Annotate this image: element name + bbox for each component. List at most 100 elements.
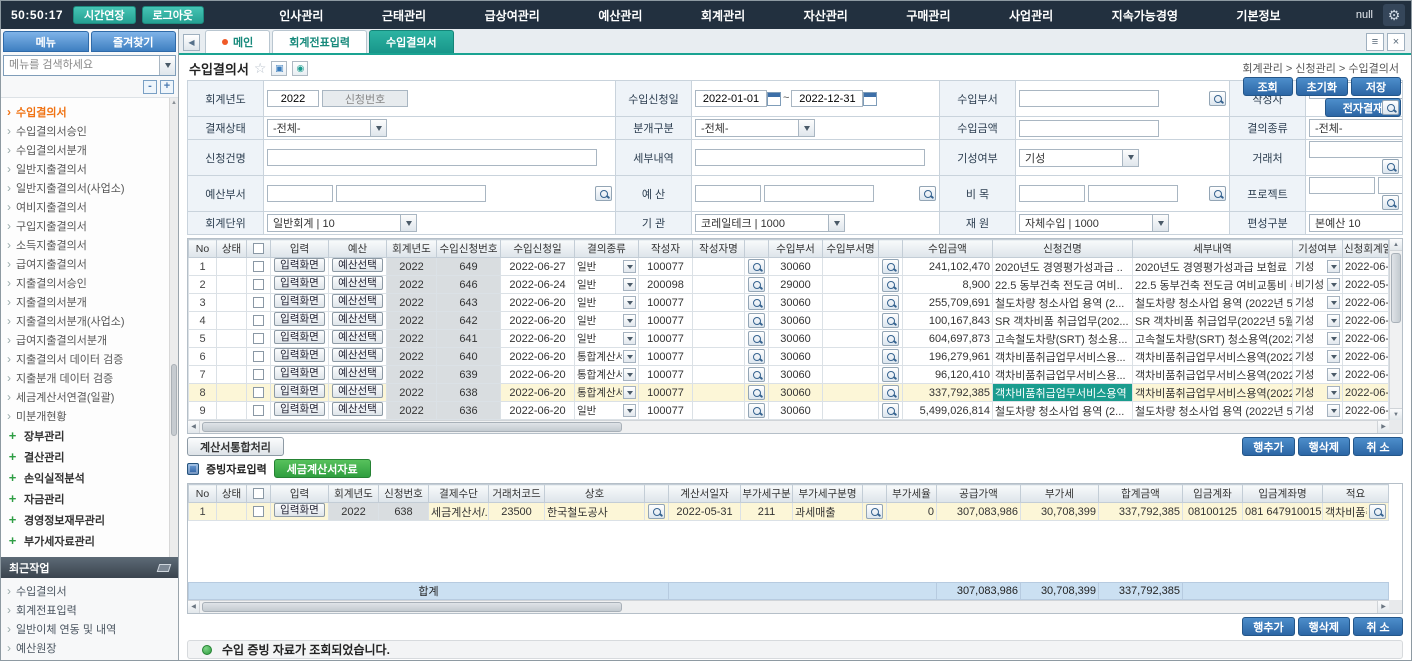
sidebar-menu-item[interactable]: ›미분개현황 bbox=[7, 406, 166, 425]
cell-select[interactable]: 기성 bbox=[1295, 403, 1340, 418]
favorite-star-icon[interactable]: ☆ bbox=[254, 60, 267, 77]
vertical-scrollbar[interactable]: ▲ ▼ bbox=[1389, 239, 1402, 420]
search-icon[interactable] bbox=[1209, 91, 1226, 106]
row-checkbox[interactable] bbox=[253, 261, 264, 272]
table-row[interactable]: 9입력화면예산선택20226362022-06-20일반100077300605… bbox=[189, 402, 1389, 420]
income-date-to-input[interactable] bbox=[791, 90, 863, 107]
scroll-left-icon[interactable]: ◀ bbox=[188, 421, 200, 433]
org-type-select[interactable]: 본예산 10 bbox=[1309, 214, 1403, 232]
scroll-right-icon[interactable]: ▶ bbox=[1377, 601, 1389, 613]
sidebar-menu-group[interactable]: +경영정보재무관리 bbox=[7, 509, 166, 530]
recent-work-item[interactable]: ›수입결의서 bbox=[7, 581, 172, 600]
delete-row-button[interactable]: 행삭제 bbox=[1298, 437, 1350, 456]
cell-select[interactable]: 통합계산서 bbox=[577, 385, 636, 400]
search-icon[interactable] bbox=[882, 367, 899, 382]
horizontal-scrollbar[interactable]: ◀ ▶ bbox=[188, 600, 1389, 613]
search-icon[interactable] bbox=[866, 504, 883, 519]
table-row[interactable]: 1입력화면2022638세금계산서/...23500한국철도공사2022-05-… bbox=[189, 503, 1389, 521]
table-row[interactable]: 2입력화면예산선택20226462022-06-24일반200098290008… bbox=[189, 276, 1389, 294]
top-menu-item[interactable]: 사업관리 bbox=[1003, 3, 1059, 28]
sidebar-menu-item[interactable]: ›급여지출결의서분개 bbox=[7, 330, 166, 349]
scroll-down-icon[interactable]: ▼ bbox=[1390, 408, 1402, 420]
cell-select[interactable]: 일반 bbox=[577, 277, 636, 292]
budget-select-button[interactable]: 예산선택 bbox=[332, 348, 383, 362]
sidebar-menu-group[interactable]: +손익실적분석 bbox=[7, 467, 166, 488]
top-menu-item[interactable]: 급상여관리 bbox=[479, 3, 546, 28]
row-checkbox[interactable] bbox=[253, 506, 264, 517]
row-checkbox[interactable] bbox=[253, 351, 264, 362]
sidebar-menu-item[interactable]: ›세금계산서연결(일괄) bbox=[7, 387, 166, 406]
search-icon[interactable] bbox=[1369, 504, 1386, 519]
budget-select-button[interactable]: 예산선택 bbox=[332, 366, 383, 380]
table-row[interactable]: 5입력화면예산선택20226412022-06-20일반100077300606… bbox=[189, 330, 1389, 348]
search-icon[interactable] bbox=[882, 331, 899, 346]
sidebar-menu-item[interactable]: ›일반지출결의서 bbox=[7, 159, 166, 178]
search-icon[interactable] bbox=[882, 277, 899, 292]
search-button[interactable]: 조회 bbox=[1243, 77, 1293, 96]
input-screen-button[interactable]: 입력화면 bbox=[274, 276, 325, 290]
tab-scroll-left-icon[interactable]: ◀ bbox=[183, 34, 200, 51]
budget-select-button[interactable]: 예산선택 bbox=[332, 402, 383, 416]
top-menu-item[interactable]: 예산관리 bbox=[592, 3, 648, 28]
row-checkbox[interactable] bbox=[253, 405, 264, 416]
cell-select[interactable]: 통합계산서 bbox=[577, 349, 636, 364]
search-icon[interactable] bbox=[748, 367, 765, 382]
cell-select[interactable]: 비기성 bbox=[1295, 277, 1340, 292]
delete-row-button[interactable]: 행삭제 bbox=[1298, 617, 1350, 636]
tab-item[interactable]: 메인 bbox=[205, 30, 270, 53]
cell-select[interactable]: 통합계산서 bbox=[577, 367, 636, 382]
cell-select[interactable]: 일반 bbox=[577, 403, 636, 418]
table-row[interactable]: 3입력화면예산선택20226432022-06-20일반100077300602… bbox=[189, 294, 1389, 312]
recent-work-item[interactable]: ›회계전표입력 bbox=[7, 600, 172, 619]
cell-select[interactable]: 기성 bbox=[1295, 295, 1340, 310]
save-button[interactable]: 저장 bbox=[1351, 77, 1401, 96]
input-screen-button[interactable]: 입력화면 bbox=[274, 330, 325, 344]
row-checkbox[interactable] bbox=[253, 333, 264, 344]
search-icon[interactable] bbox=[882, 295, 899, 310]
search-icon[interactable] bbox=[748, 313, 765, 328]
extend-time-button[interactable]: 시간연장 bbox=[73, 6, 135, 24]
cancel-button[interactable]: 취 소 bbox=[1353, 437, 1403, 456]
search-icon[interactable] bbox=[882, 403, 899, 418]
search-icon[interactable] bbox=[1209, 186, 1226, 201]
tab-item[interactable]: 회계전표입력 bbox=[272, 30, 367, 53]
add-row-button[interactable]: 행추가 bbox=[1242, 437, 1294, 456]
sidebar-menu-group[interactable]: +자금관리 bbox=[7, 488, 166, 509]
close-icon[interactable]: × bbox=[1387, 33, 1405, 51]
budget-select-button[interactable]: 예산선택 bbox=[332, 312, 383, 326]
request-title-input[interactable] bbox=[267, 149, 597, 166]
decision-type-select[interactable]: -전체- bbox=[1309, 119, 1403, 137]
select-all-checkbox[interactable] bbox=[253, 488, 264, 499]
search-icon[interactable] bbox=[748, 331, 765, 346]
sidebar-menu-item[interactable]: ›급여지출결의서 bbox=[7, 254, 166, 273]
recent-work-item[interactable]: ›일반이체 연동 및 내역 bbox=[7, 619, 172, 638]
row-checkbox[interactable] bbox=[253, 279, 264, 290]
search-icon[interactable] bbox=[648, 504, 665, 519]
search-icon[interactable] bbox=[882, 259, 899, 274]
table-row[interactable]: 4입력화면예산선택20226422022-06-20일반100077300601… bbox=[189, 312, 1389, 330]
sidebar-menu-item[interactable]: ›수입결의서분개 bbox=[7, 140, 166, 159]
recent-work-item[interactable]: ›예산원장 bbox=[7, 638, 172, 657]
vendor-input[interactable] bbox=[1309, 141, 1403, 158]
income-amount-input[interactable] bbox=[1019, 120, 1159, 137]
row-checkbox[interactable] bbox=[253, 315, 264, 326]
cell-select[interactable]: 기성 bbox=[1295, 259, 1340, 274]
sidebar-menu-item[interactable]: ›소득지출결의서 bbox=[7, 235, 166, 254]
input-screen-button[interactable]: 입력화면 bbox=[274, 312, 325, 326]
sidebar-menu-item[interactable]: ›지출결의서 데이터 검증 bbox=[7, 349, 166, 368]
budget-select-button[interactable]: 예산선택 bbox=[332, 258, 383, 272]
budget-name-input[interactable] bbox=[764, 185, 874, 202]
sidebar-tab-favorites[interactable]: 즐겨찾기 bbox=[91, 31, 177, 52]
cell-select[interactable]: 일반 bbox=[577, 331, 636, 346]
budget-code-input[interactable] bbox=[695, 185, 761, 202]
dropdown-arrow-icon[interactable] bbox=[159, 56, 175, 75]
input-screen-button[interactable]: 입력화면 bbox=[274, 294, 325, 308]
sidebar-scrollbar[interactable]: ▲ bbox=[169, 98, 178, 557]
top-menu-item[interactable]: 자산관리 bbox=[798, 3, 854, 28]
budget-select-button[interactable]: 예산선택 bbox=[332, 294, 383, 308]
scroll-up-icon[interactable]: ▲ bbox=[1390, 239, 1402, 251]
income-dept-input[interactable] bbox=[1019, 90, 1159, 107]
cell-select[interactable]: 기성 bbox=[1295, 367, 1340, 382]
reset-button[interactable]: 초기화 bbox=[1296, 77, 1348, 96]
top-menu-item[interactable]: 인사관리 bbox=[273, 3, 329, 28]
